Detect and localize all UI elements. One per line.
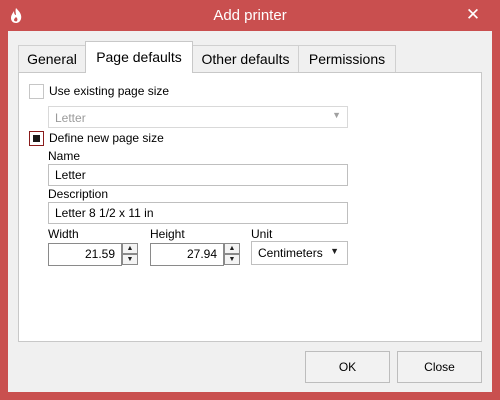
- existing-size-value: Letter: [55, 111, 86, 125]
- spin-up-icon[interactable]: ▲: [224, 243, 240, 254]
- title-bar: Add printer ✕: [0, 0, 500, 31]
- name-field[interactable]: Letter: [48, 164, 348, 186]
- width-value: 21.59: [84, 247, 115, 261]
- height-input[interactable]: 27.94: [150, 243, 224, 266]
- page-defaults-panel: Use existing page size Letter ▼ Define n…: [18, 72, 482, 342]
- width-label: Width: [48, 227, 79, 241]
- dialog-body: General Page defaults Other defaults Per…: [8, 31, 492, 392]
- use-existing-label: Use existing page size: [49, 84, 170, 98]
- unit-label: Unit: [251, 227, 273, 241]
- existing-size-select: Letter ▼: [48, 106, 348, 128]
- width-stepper[interactable]: ▲ ▼: [122, 243, 138, 265]
- tab-page-defaults[interactable]: Page defaults: [85, 41, 193, 73]
- name-value: Letter: [55, 168, 86, 182]
- use-existing-checkbox[interactable]: [29, 84, 44, 99]
- checkbox-fill: [33, 135, 40, 142]
- name-label: Name: [48, 149, 81, 163]
- tab-general[interactable]: General: [18, 45, 86, 72]
- unit-select[interactable]: Centimeters ▼: [251, 241, 348, 265]
- close-button[interactable]: Close: [397, 351, 482, 383]
- tab-other-defaults[interactable]: Other defaults: [192, 45, 299, 72]
- ok-button[interactable]: OK: [305, 351, 390, 383]
- spin-down-icon[interactable]: ▼: [122, 254, 138, 265]
- height-value: 27.94: [186, 247, 217, 261]
- chevron-down-icon: ▼: [330, 246, 339, 256]
- description-field[interactable]: Letter 8 1/2 x 11 in: [48, 202, 348, 224]
- window-title: Add printer: [213, 7, 287, 24]
- define-new-checkbox[interactable]: [29, 131, 44, 146]
- define-new-label: Define new page size: [49, 131, 164, 145]
- spin-down-icon[interactable]: ▼: [224, 254, 240, 265]
- description-value: Letter 8 1/2 x 11 in: [55, 206, 154, 220]
- height-label: Height: [150, 227, 185, 241]
- close-icon[interactable]: ✕: [462, 4, 484, 26]
- chevron-down-icon: ▼: [332, 110, 341, 120]
- tab-permissions[interactable]: Permissions: [298, 45, 396, 72]
- spin-up-icon[interactable]: ▲: [122, 243, 138, 254]
- width-input[interactable]: 21.59: [48, 243, 122, 266]
- height-stepper[interactable]: ▲ ▼: [224, 243, 240, 265]
- description-label: Description: [48, 187, 109, 201]
- unit-value: Centimeters: [258, 246, 323, 260]
